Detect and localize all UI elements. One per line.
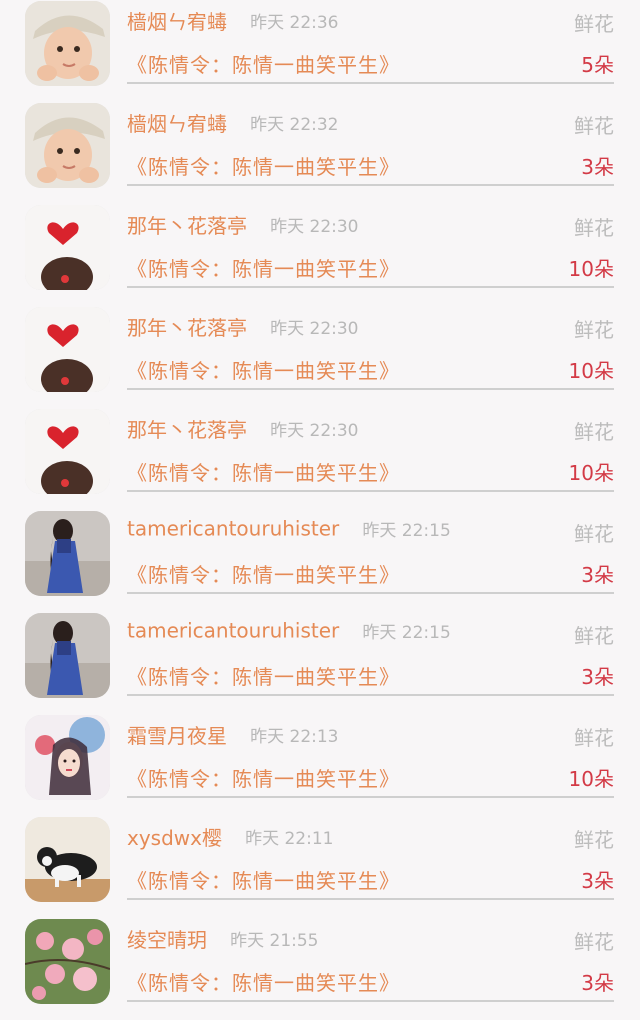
list-item[interactable]: 樯烟ㄣ宥蝳 昨天 22:36 鲜花 《陈情令：陈情一曲笑平生》 5朵 (0, 0, 640, 102)
list-item[interactable]: 樯烟ㄣ宥蝳 昨天 22:32 鲜花 《陈情令：陈情一曲笑平生》 3朵 (0, 102, 640, 204)
work-title[interactable]: 《陈情令：陈情一曲笑平生》 (127, 155, 400, 179)
user-name[interactable]: 那年丶花落亭 (127, 418, 247, 442)
divider (127, 286, 614, 288)
work-title[interactable]: 《陈情令：陈情一曲笑平生》 (127, 767, 400, 791)
list-item[interactable]: 那年丶花落亭 昨天 22:30 鲜花 《陈情令：陈情一曲笑平生》 10朵 (0, 306, 640, 408)
avatar[interactable] (25, 919, 110, 1004)
timestamp: 昨天 22:30 (270, 319, 359, 339)
work-title[interactable]: 《陈情令：陈情一曲笑平生》 (127, 359, 400, 383)
gift-type-label: 鲜花 (574, 930, 614, 954)
timestamp: 昨天 22:30 (270, 217, 359, 237)
divider (127, 898, 614, 900)
user-name[interactable]: 绫空晴玥 (127, 928, 207, 952)
flower-count: 10朵 (568, 767, 614, 791)
user-name[interactable]: 樯烟ㄣ宥蝳 (127, 10, 227, 34)
user-name[interactable]: 樯烟ㄣ宥蝳 (127, 112, 227, 136)
user-name[interactable]: tamericantouruhister (127, 517, 339, 541)
divider (127, 184, 614, 186)
user-name[interactable]: 那年丶花落亭 (127, 316, 247, 340)
flower-count: 10朵 (568, 461, 614, 485)
avatar[interactable] (25, 1, 110, 86)
timestamp: 昨天 21:55 (230, 931, 319, 951)
divider (127, 388, 614, 390)
flower-count: 10朵 (568, 359, 614, 383)
user-name[interactable]: xysdwx樱 (127, 826, 222, 850)
timestamp: 昨天 22:36 (250, 13, 339, 33)
flower-count: 3朵 (581, 971, 614, 995)
divider (127, 796, 614, 798)
user-name[interactable]: 霜雪月夜星 (127, 724, 227, 748)
flower-count: 10朵 (568, 257, 614, 281)
flower-count: 3朵 (581, 155, 614, 179)
timestamp: 昨天 22:15 (362, 623, 451, 643)
avatar[interactable] (25, 715, 110, 800)
gift-record-list: 樯烟ㄣ宥蝳 昨天 22:36 鲜花 《陈情令：陈情一曲笑平生》 5朵 樯烟ㄣ宥蝳 (0, 0, 640, 1015)
work-title[interactable]: 《陈情令：陈情一曲笑平生》 (127, 971, 400, 995)
list-item[interactable]: 霜雪月夜星 昨天 22:13 鲜花 《陈情令：陈情一曲笑平生》 10朵 (0, 714, 640, 816)
divider (127, 490, 614, 492)
gift-type-label: 鲜花 (574, 114, 614, 138)
timestamp: 昨天 22:11 (245, 829, 334, 849)
work-title[interactable]: 《陈情令：陈情一曲笑平生》 (127, 461, 400, 485)
work-title[interactable]: 《陈情令：陈情一曲笑平生》 (127, 257, 400, 281)
list-item[interactable]: 绫空晴玥 昨天 21:55 鲜花 《陈情令：陈情一曲笑平生》 3朵 (0, 918, 640, 1020)
avatar[interactable] (25, 205, 110, 290)
gift-type-label: 鲜花 (574, 318, 614, 342)
avatar[interactable] (25, 511, 110, 596)
work-title[interactable]: 《陈情令：陈情一曲笑平生》 (127, 869, 400, 893)
list-item[interactable]: 那年丶花落亭 昨天 22:30 鲜花 《陈情令：陈情一曲笑平生》 10朵 (0, 204, 640, 306)
gift-type-label: 鲜花 (574, 624, 614, 648)
avatar[interactable] (25, 613, 110, 698)
user-name[interactable]: tamericantouruhister (127, 619, 339, 643)
avatar[interactable] (25, 103, 110, 188)
work-title[interactable]: 《陈情令：陈情一曲笑平生》 (127, 665, 400, 689)
divider (127, 1000, 614, 1002)
gift-type-label: 鲜花 (574, 216, 614, 240)
list-item[interactable]: 那年丶花落亭 昨天 22:30 鲜花 《陈情令：陈情一曲笑平生》 10朵 (0, 408, 640, 510)
list-item[interactable]: xysdwx樱 昨天 22:11 鲜花 《陈情令：陈情一曲笑平生》 3朵 (0, 816, 640, 918)
divider (127, 694, 614, 696)
flower-count: 3朵 (581, 869, 614, 893)
list-item[interactable]: tamericantouruhister 昨天 22:15 鲜花 《陈情令：陈情… (0, 612, 640, 714)
timestamp: 昨天 22:30 (270, 421, 359, 441)
flower-count: 5朵 (581, 53, 614, 77)
avatar[interactable] (25, 817, 110, 902)
list-item[interactable]: tamericantouruhister 昨天 22:15 鲜花 《陈情令：陈情… (0, 510, 640, 612)
divider (127, 592, 614, 594)
flower-count: 3朵 (581, 563, 614, 587)
work-title[interactable]: 《陈情令：陈情一曲笑平生》 (127, 53, 400, 77)
gift-type-label: 鲜花 (574, 726, 614, 750)
work-title[interactable]: 《陈情令：陈情一曲笑平生》 (127, 563, 400, 587)
timestamp: 昨天 22:32 (250, 115, 339, 135)
avatar[interactable] (25, 409, 110, 494)
timestamp: 昨天 22:15 (362, 521, 451, 541)
divider (127, 82, 614, 84)
gift-type-label: 鲜花 (574, 828, 614, 852)
user-name[interactable]: 那年丶花落亭 (127, 214, 247, 238)
flower-count: 3朵 (581, 665, 614, 689)
gift-type-label: 鲜花 (574, 420, 614, 444)
gift-type-label: 鲜花 (574, 522, 614, 546)
avatar[interactable] (25, 307, 110, 392)
timestamp: 昨天 22:13 (250, 727, 339, 747)
gift-type-label: 鲜花 (574, 12, 614, 36)
